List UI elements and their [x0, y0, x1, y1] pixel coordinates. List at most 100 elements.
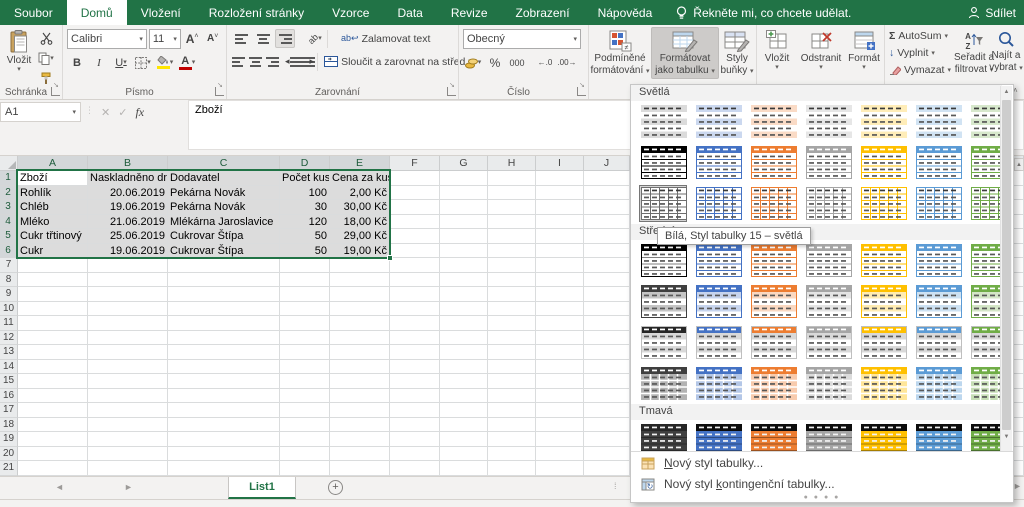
cell-H4[interactable]	[488, 215, 536, 230]
cell-H13[interactable]	[488, 345, 536, 360]
new-pivot-style-menu-item[interactable]: ↻Nový styl kontingenční tabulky...	[631, 473, 1013, 494]
cell-B9[interactable]	[88, 287, 168, 302]
cell-F10[interactable]	[390, 302, 440, 317]
table-style-swatch[interactable]	[639, 242, 687, 279]
cell-C10[interactable]	[168, 302, 280, 317]
table-style-swatch[interactable]	[804, 242, 852, 279]
underline-button[interactable]: U▾	[111, 53, 131, 72]
cell-C3[interactable]: Pekárna Novák	[168, 200, 280, 215]
merge-center-button[interactable]: Sloučit a zarovnat na střed ▾	[320, 54, 476, 70]
align-bottom-button[interactable]	[275, 29, 295, 48]
cell-H8[interactable]	[488, 273, 536, 288]
percent-style-button[interactable]: %	[485, 53, 505, 72]
align-top-button[interactable]	[231, 29, 251, 48]
decrease-indent-button[interactable]: ◂	[284, 52, 299, 71]
column-header-A[interactable]: A	[18, 156, 88, 171]
cell-H3[interactable]	[488, 200, 536, 215]
table-style-swatch[interactable]	[969, 283, 1002, 320]
align-middle-button[interactable]	[253, 29, 273, 48]
cell-H21[interactable]	[488, 461, 536, 476]
font-name-combo[interactable]: Calibri ▾	[67, 29, 147, 49]
scrollbar-thumb[interactable]	[1002, 100, 1011, 430]
comma-style-button[interactable]: 000	[507, 53, 527, 72]
cell-D21[interactable]	[280, 461, 330, 476]
table-style-swatch[interactable]	[804, 365, 852, 402]
cell-F20[interactable]	[390, 447, 440, 462]
copy-button[interactable]: ▾	[36, 49, 56, 68]
cell-H2[interactable]	[488, 186, 536, 201]
cell-B8[interactable]	[88, 273, 168, 288]
cell-D20[interactable]	[280, 447, 330, 462]
cell-E7[interactable]	[330, 258, 390, 273]
row-header-8[interactable]: 8	[0, 273, 18, 288]
cell-A6[interactable]: Cukr	[18, 244, 88, 259]
cut-button[interactable]	[36, 29, 56, 48]
increase-decimal-button[interactable]: ←.0	[535, 53, 555, 72]
table-style-swatch[interactable]	[859, 185, 907, 222]
cell-B7[interactable]	[88, 258, 168, 273]
row-header-15[interactable]: 15	[0, 374, 18, 389]
cell-J3[interactable]	[584, 200, 630, 215]
table-style-swatch[interactable]	[804, 283, 852, 320]
cell-I12[interactable]	[536, 331, 584, 346]
table-style-swatch[interactable]	[694, 365, 742, 402]
cell-B13[interactable]	[88, 345, 168, 360]
cell-H17[interactable]	[488, 403, 536, 418]
cell-F18[interactable]	[390, 418, 440, 433]
cell-I18[interactable]	[536, 418, 584, 433]
cell-J21[interactable]	[584, 461, 630, 476]
wrap-text-button[interactable]: ab↩ Zalamovat text	[337, 31, 434, 47]
cell-B3[interactable]: 19.06.2019	[88, 200, 168, 215]
cell-G9[interactable]	[440, 287, 488, 302]
row-header-16[interactable]: 16	[0, 389, 18, 404]
cell-A21[interactable]	[18, 461, 88, 476]
table-style-swatch[interactable]	[859, 283, 907, 320]
cell-D5[interactable]: 50	[280, 229, 330, 244]
cell-C4[interactable]: Mlékárna Jaroslavice	[168, 215, 280, 230]
format-cells-button[interactable]: Formát ▾	[845, 27, 883, 74]
delete-cells-button[interactable]: Odstranit ▾	[797, 27, 845, 74]
table-style-swatch[interactable]	[749, 242, 797, 279]
cell-G2[interactable]	[440, 186, 488, 201]
cell-C9[interactable]	[168, 287, 280, 302]
row-header-11[interactable]: 11	[0, 316, 18, 331]
ribbon-tab-revize[interactable]: Revize	[437, 0, 502, 25]
cell-J11[interactable]	[584, 316, 630, 331]
cell-J19[interactable]	[584, 432, 630, 447]
table-style-swatch[interactable]	[969, 242, 1002, 279]
italic-button[interactable]: I	[89, 53, 109, 72]
cell-F5[interactable]	[390, 229, 440, 244]
cell-C18[interactable]	[168, 418, 280, 433]
cell-G7[interactable]	[440, 258, 488, 273]
cell-E5[interactable]: 29,00 Kč	[330, 229, 390, 244]
cell-J6[interactable]	[584, 244, 630, 259]
cell-E15[interactable]	[330, 374, 390, 389]
cell-F8[interactable]	[390, 273, 440, 288]
cell-I11[interactable]	[536, 316, 584, 331]
cell-F2[interactable]	[390, 186, 440, 201]
ribbon-tab-dom[interactable]: Domů	[67, 0, 127, 25]
cell-E13[interactable]	[330, 345, 390, 360]
cell-C2[interactable]: Pekárna Novák	[168, 186, 280, 201]
cell-D4[interactable]: 120	[280, 215, 330, 230]
cell-F4[interactable]	[390, 215, 440, 230]
cell-G16[interactable]	[440, 389, 488, 404]
paste-button[interactable]: Vložit ▾	[2, 27, 36, 88]
cell-I21[interactable]	[536, 461, 584, 476]
cell-I6[interactable]	[536, 244, 584, 259]
cell-I13[interactable]	[536, 345, 584, 360]
cell-H11[interactable]	[488, 316, 536, 331]
cell-E10[interactable]	[330, 302, 390, 317]
cell-E6[interactable]: 19,00 Kč	[330, 244, 390, 259]
cell-G18[interactable]	[440, 418, 488, 433]
column-header-C[interactable]: C	[168, 156, 280, 171]
cell-A17[interactable]	[18, 403, 88, 418]
ribbon-tab-rozloenstrnky[interactable]: Rozložení stránky	[195, 0, 318, 25]
cell-E14[interactable]	[330, 360, 390, 375]
cell-D16[interactable]	[280, 389, 330, 404]
cell-A20[interactable]	[18, 447, 88, 462]
row-header-6[interactable]: 6	[0, 244, 18, 259]
cell-D19[interactable]	[280, 432, 330, 447]
gallery-scrollbar[interactable]: ▲ ▼	[1000, 86, 1012, 456]
table-style-swatch[interactable]	[694, 324, 742, 361]
